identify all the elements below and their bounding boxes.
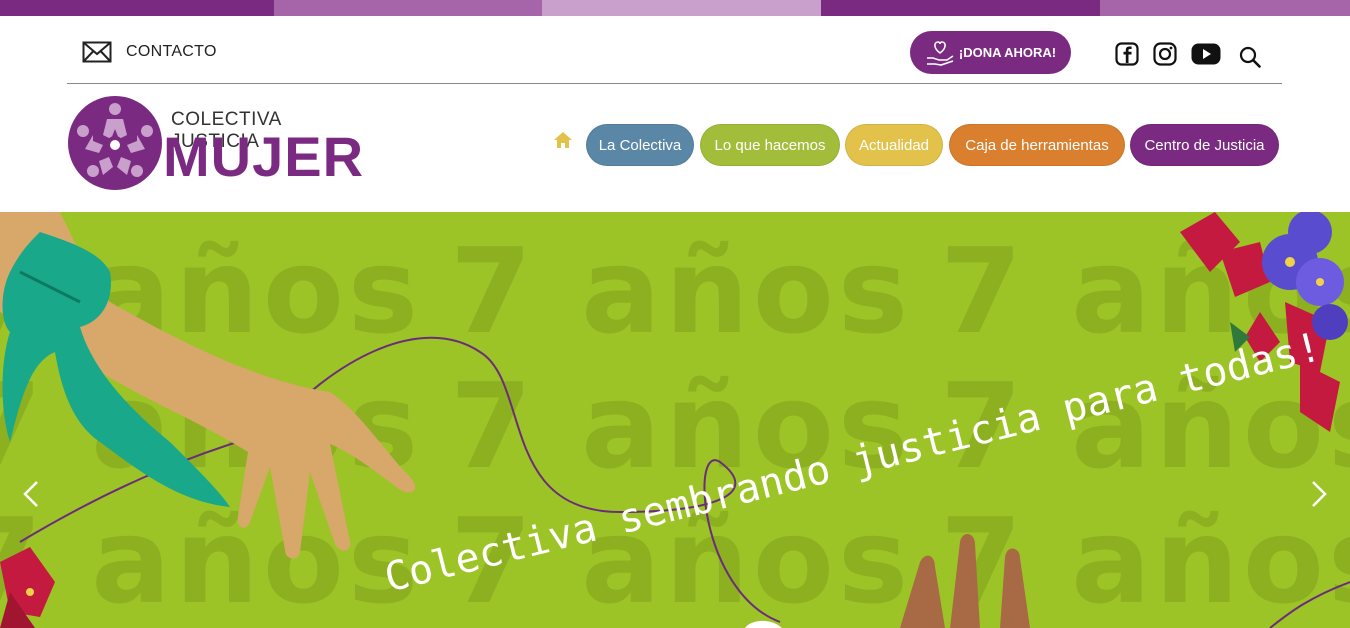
nav-centro-de-justicia[interactable]: Centro de Justicia [1130, 124, 1279, 166]
youtube-icon [1191, 43, 1221, 65]
logo-emblem [68, 96, 162, 190]
slider-next-button[interactable] [1310, 480, 1328, 513]
search-button[interactable] [1238, 45, 1262, 69]
donate-label: ¡DONA AHORA! [958, 45, 1057, 60]
slider-prev-button[interactable] [22, 480, 40, 513]
nav-home[interactable] [553, 131, 573, 154]
color-segment [1100, 0, 1350, 16]
header-divider [67, 83, 1282, 84]
nav-label: La Colectiva [598, 136, 682, 154]
instagram-link[interactable] [1153, 42, 1177, 66]
envelope-icon [82, 41, 112, 63]
facebook-link[interactable] [1115, 42, 1139, 66]
color-segment [821, 0, 1100, 16]
nav-actualidad[interactable]: Actualidad [845, 124, 943, 166]
logo-line2: MUJER [163, 125, 365, 188]
hero-slider[interactable]: 7 años 7 años 7 años 7 años 7 años 7 año… [0, 212, 1350, 628]
contact-link[interactable]: CONTACTO [82, 41, 217, 63]
nav-label: Lo que hacemos [714, 136, 826, 154]
color-segment [0, 0, 274, 16]
instagram-icon [1153, 42, 1177, 66]
nav-lo-que-hacemos[interactable]: Lo que hacemos [700, 124, 840, 166]
top-color-bar [0, 0, 1350, 16]
color-segment [542, 0, 821, 16]
nav-label: Caja de herramientas [965, 136, 1109, 154]
search-icon [1239, 46, 1261, 68]
nav-caja-de-herramientas[interactable]: Caja de herramientas [949, 124, 1125, 166]
nav-label: Actualidad [858, 136, 930, 154]
youtube-link[interactable] [1191, 42, 1221, 66]
facebook-icon [1115, 42, 1139, 66]
color-segment [274, 0, 542, 16]
heart-hand-icon [926, 40, 954, 66]
chevron-left-icon [23, 481, 38, 507]
nav-la-colectiva[interactable]: La Colectiva [586, 124, 694, 166]
site-logo[interactable]: COLECTIVA JUSTICIA MUJER [67, 95, 367, 191]
contact-label: CONTACTO [126, 43, 217, 60]
nav-label: Centro de Justicia [1144, 136, 1265, 154]
hero-illustration [0, 212, 1350, 628]
home-icon [554, 132, 572, 148]
chevron-right-icon [1312, 481, 1327, 507]
donate-button[interactable]: ¡DONA AHORA! [910, 31, 1071, 74]
